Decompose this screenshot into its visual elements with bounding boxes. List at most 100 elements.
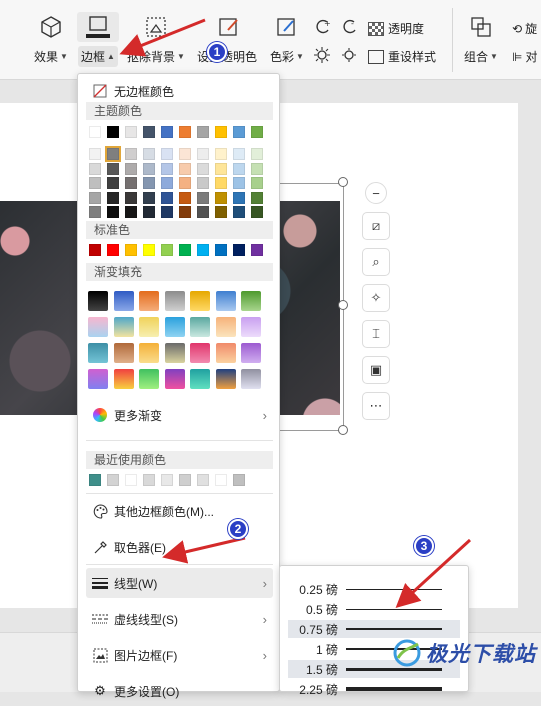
- theme-color-shade-swatch[interactable]: [143, 206, 155, 218]
- theme-color-shade-swatch[interactable]: [161, 177, 173, 189]
- line-weight-option[interactable]: 0.75 磅: [288, 620, 460, 638]
- theme-color-shade-swatch[interactable]: [143, 148, 155, 160]
- crop-button[interactable]: ⧄: [362, 212, 390, 240]
- gradient-swatch[interactable]: [88, 317, 108, 337]
- border-icon[interactable]: [77, 12, 119, 42]
- theme-color-shade-swatch[interactable]: [107, 191, 119, 204]
- contrast-up-icon[interactable]: [313, 46, 331, 64]
- theme-color-shade-swatch[interactable]: [215, 177, 227, 189]
- gradient-swatch[interactable]: [139, 343, 159, 363]
- theme-color-shade-swatch[interactable]: [179, 206, 191, 218]
- gradient-swatch[interactable]: [88, 291, 108, 311]
- theme-color-shade-swatch[interactable]: [179, 162, 191, 175]
- more-gradients-item[interactable]: 更多渐变 ›: [86, 400, 273, 430]
- picture-border-item[interactable]: 图片边框(F) ›: [86, 640, 273, 670]
- theme-color-shade-swatch[interactable]: [215, 206, 227, 218]
- standard-color-swatch[interactable]: [125, 244, 137, 256]
- gradient-swatch[interactable]: [113, 369, 134, 389]
- theme-color-shade-swatch[interactable]: [89, 191, 101, 204]
- theme-color-swatch[interactable]: [233, 126, 245, 138]
- theme-color-swatch[interactable]: [161, 126, 173, 138]
- gradient-swatch[interactable]: [88, 343, 108, 363]
- gradient-swatch[interactable]: [215, 317, 236, 337]
- gradient-swatch[interactable]: [241, 291, 261, 311]
- theme-color-shade-swatch[interactable]: [233, 162, 245, 175]
- theme-color-shade-swatch[interactable]: [197, 206, 209, 218]
- theme-color-shade-swatch[interactable]: [125, 206, 137, 218]
- theme-color-shade-swatch[interactable]: [125, 162, 137, 175]
- theme-color-shade-swatch[interactable]: [107, 177, 119, 189]
- gradient-swatch[interactable]: [113, 343, 134, 363]
- theme-color-shade-swatch[interactable]: [215, 191, 227, 204]
- theme-color-shade-swatch[interactable]: [197, 162, 209, 175]
- theme-color-shade-swatch[interactable]: [233, 177, 245, 189]
- theme-color-shade-swatch[interactable]: [197, 191, 209, 204]
- zoom-button[interactable]: ⌕: [362, 248, 390, 276]
- gradient-swatch[interactable]: [190, 317, 210, 337]
- theme-color-shade-swatch[interactable]: [143, 162, 155, 175]
- theme-color-swatch[interactable]: [125, 126, 137, 138]
- theme-color-shade-swatch[interactable]: [161, 162, 173, 175]
- standard-color-swatch[interactable]: [233, 244, 245, 256]
- standard-color-swatch[interactable]: [143, 244, 155, 256]
- gradient-swatch[interactable]: [215, 343, 236, 363]
- eyedropper-item[interactable]: 取色器(E): [86, 532, 273, 562]
- standard-color-swatch[interactable]: [89, 244, 101, 256]
- magic-button[interactable]: ✧: [362, 284, 390, 312]
- remove-background-icon[interactable]: [145, 16, 167, 38]
- theme-color-swatch[interactable]: [197, 126, 209, 138]
- recent-color-swatch[interactable]: [89, 474, 101, 486]
- theme-color-shade-swatch[interactable]: [233, 148, 245, 160]
- more-settings-item[interactable]: ⚙ 更多设置(O): [86, 676, 273, 706]
- effects-icon[interactable]: [38, 14, 64, 40]
- theme-color-shade-swatch[interactable]: [197, 148, 209, 160]
- gradient-swatch[interactable]: [241, 317, 261, 337]
- theme-color-shade-swatch[interactable]: [161, 191, 173, 204]
- gradient-swatch[interactable]: [215, 369, 236, 389]
- gradient-swatch[interactable]: [139, 291, 159, 311]
- theme-color-swatch[interactable]: [251, 126, 263, 138]
- resize-handle[interactable]: [338, 425, 348, 435]
- recent-color-swatch[interactable]: [233, 474, 245, 486]
- standard-color-swatch[interactable]: [179, 244, 191, 256]
- recent-color-swatch[interactable]: [125, 474, 137, 486]
- theme-color-shade-swatch[interactable]: [179, 148, 191, 160]
- set-transparent-color-icon[interactable]: [218, 16, 240, 38]
- recent-color-swatch[interactable]: [179, 474, 191, 486]
- standard-color-swatch[interactable]: [197, 244, 209, 256]
- color-button[interactable]: 色彩 ▼: [270, 48, 304, 65]
- recent-color-swatch[interactable]: [107, 474, 119, 486]
- gradient-swatch[interactable]: [164, 317, 185, 337]
- gradient-swatch[interactable]: [113, 291, 134, 311]
- theme-color-shade-swatch[interactable]: [161, 206, 173, 218]
- set-transparent-color-button[interactable]: 设置透明色: [197, 48, 257, 65]
- theme-color-shade-swatch[interactable]: [125, 191, 137, 204]
- theme-color-swatch[interactable]: [143, 126, 155, 138]
- gradient-swatch[interactable]: [190, 291, 210, 311]
- extract-text-button[interactable]: ⌶: [362, 320, 390, 348]
- recent-color-swatch[interactable]: [197, 474, 209, 486]
- reset-style-button[interactable]: 重设样式: [368, 48, 436, 65]
- theme-color-shade-swatch[interactable]: [89, 177, 101, 189]
- theme-color-shade-swatch[interactable]: [179, 177, 191, 189]
- theme-color-shade-swatch[interactable]: [233, 191, 245, 204]
- standard-color-swatch[interactable]: [215, 244, 227, 256]
- gradient-swatch[interactable]: [241, 369, 261, 389]
- theme-color-swatch[interactable]: [89, 126, 101, 138]
- theme-color-swatch[interactable]: [215, 126, 227, 138]
- gradient-swatch[interactable]: [88, 369, 108, 389]
- standard-color-swatch[interactable]: [107, 244, 119, 256]
- theme-color-shade-swatch[interactable]: [161, 148, 173, 160]
- theme-color-shade-swatch[interactable]: [125, 177, 137, 189]
- contrast-down-icon[interactable]: [340, 46, 358, 64]
- line-weight-option[interactable]: 0.5 磅: [288, 600, 460, 618]
- standard-color-swatch[interactable]: [161, 244, 173, 256]
- theme-color-shade-swatch[interactable]: [251, 191, 263, 204]
- align-button[interactable]: ⊫ 对: [512, 48, 537, 65]
- gradient-swatch[interactable]: [139, 369, 159, 389]
- line-weight-option[interactable]: 2.25 磅: [288, 680, 460, 698]
- collapse-button[interactable]: −: [365, 182, 387, 204]
- theme-color-shade-swatch[interactable]: [89, 162, 101, 175]
- theme-color-swatch[interactable]: [107, 126, 119, 138]
- brightness-up-icon[interactable]: +: [313, 18, 331, 36]
